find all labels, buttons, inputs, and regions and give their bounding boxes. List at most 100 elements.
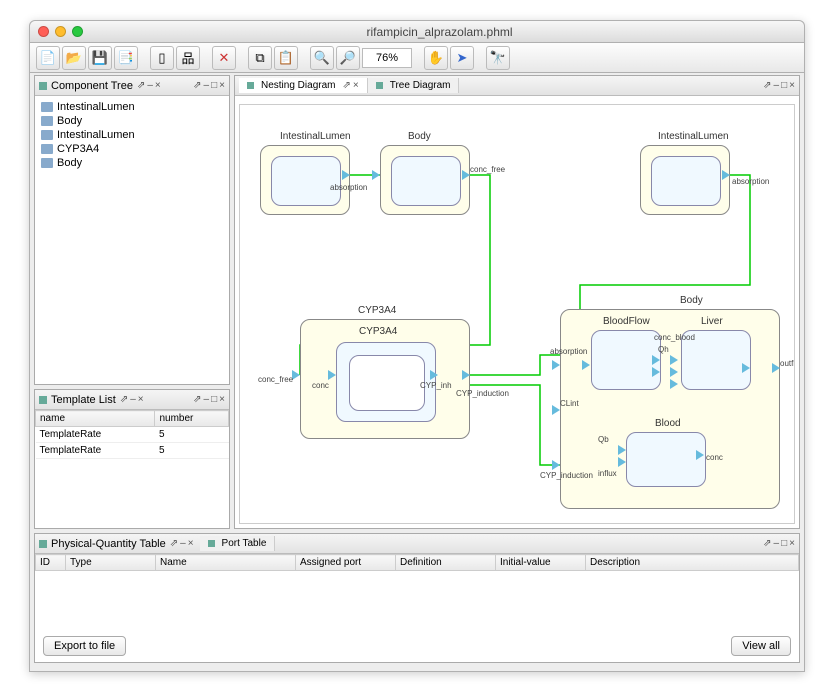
save-button[interactable]: 💾 — [88, 46, 112, 70]
close-icon[interactable]: × — [789, 80, 795, 91]
maximize-icon[interactable]: □ — [781, 80, 787, 91]
pin-icon[interactable]: ⇗ — [342, 80, 350, 91]
pq-header: Physical-Quantity Table ⇗–× Port Table ⇗… — [35, 534, 799, 554]
node-label: IntestinalLumen — [658, 131, 729, 142]
minimize-icon[interactable]: – — [774, 538, 780, 549]
port-in[interactable] — [582, 360, 590, 370]
port-out[interactable] — [772, 363, 780, 373]
node-inner[interactable] — [391, 156, 461, 206]
maximize-icon[interactable]: □ — [211, 80, 217, 91]
close-button[interactable] — [38, 26, 49, 37]
node-intestinal-lumen-2[interactable] — [640, 145, 730, 215]
port-out[interactable] — [462, 370, 470, 380]
panel-icon — [39, 82, 47, 90]
pan-button[interactable]: ✋ — [424, 46, 448, 70]
new-file-button[interactable]: 📄 — [36, 46, 60, 70]
module-button[interactable]: ▯ — [150, 46, 174, 70]
port-in[interactable] — [670, 379, 678, 389]
node-intestinal-lumen[interactable] — [260, 145, 350, 215]
hierarchy-button[interactable]: 品 — [176, 46, 200, 70]
open-button[interactable]: 📂 — [62, 46, 86, 70]
template-list-header: Template List ⇗–× ⇗–□× — [35, 390, 229, 410]
close-icon[interactable]: × — [219, 394, 225, 405]
select-button[interactable]: ➤ — [450, 46, 474, 70]
port-in[interactable] — [618, 457, 626, 467]
port-in[interactable] — [328, 370, 336, 380]
close-icon[interactable]: × — [155, 80, 161, 91]
minimize-icon[interactable]: – — [204, 80, 210, 91]
port-in[interactable] — [552, 460, 560, 470]
zoom-button[interactable] — [72, 26, 83, 37]
node-inner[interactable] — [651, 156, 721, 206]
zoom-input[interactable] — [362, 48, 412, 68]
tab-nesting-diagram[interactable]: Nesting Diagram ⇗× — [239, 78, 368, 93]
copy-button[interactable]: ⧉ — [248, 46, 272, 70]
minus-icon[interactable]: – — [180, 538, 186, 549]
port-in[interactable] — [670, 355, 678, 365]
node-body[interactable] — [380, 145, 470, 215]
port-out[interactable] — [462, 170, 470, 180]
node-label: CYP3A4 — [358, 305, 396, 316]
zoom-in-button[interactable]: 🔍 — [310, 46, 334, 70]
panel-icon — [39, 540, 47, 548]
port-in[interactable] — [670, 367, 678, 377]
port-out[interactable] — [652, 367, 660, 377]
tree-item[interactable]: IntestinalLumen — [39, 100, 225, 114]
port-out[interactable] — [696, 450, 704, 460]
minus-icon[interactable]: – — [130, 394, 136, 405]
port-out[interactable] — [430, 370, 438, 380]
pin-icon[interactable]: ⇗ — [193, 394, 201, 405]
port-label: CYP_inh — [420, 381, 452, 390]
port-label: CYP_induction — [540, 471, 593, 480]
tree-item[interactable]: CYP3A4 — [39, 142, 225, 156]
pin-icon[interactable]: ⇗ — [763, 80, 771, 91]
minimize-button[interactable] — [55, 26, 66, 37]
table-row[interactable]: TemplateRate5 — [36, 443, 229, 459]
close-icon[interactable]: × — [138, 394, 144, 405]
binoculars-button[interactable]: 🔭 — [486, 46, 510, 70]
pin-icon[interactable]: ⇗ — [193, 80, 201, 91]
port-in[interactable] — [618, 445, 626, 455]
table-row[interactable]: TemplateRate5 — [36, 427, 229, 443]
port-in[interactable] — [552, 405, 560, 415]
save-all-button[interactable]: 📑 — [114, 46, 138, 70]
node-bloodflow[interactable] — [591, 330, 661, 390]
close-icon[interactable]: × — [188, 538, 194, 549]
minimize-icon[interactable]: – — [774, 80, 780, 91]
pin-icon[interactable]: ⇗ — [120, 394, 128, 405]
pin-icon[interactable]: ⇗ — [137, 80, 145, 91]
port-out[interactable] — [722, 170, 730, 180]
node-blood[interactable] — [626, 432, 706, 487]
export-button[interactable]: Export to file — [43, 636, 126, 656]
view-all-button[interactable]: View all — [731, 636, 791, 656]
node-inner[interactable] — [349, 355, 425, 411]
maximize-icon[interactable]: □ — [211, 394, 217, 405]
paste-button[interactable]: 📋 — [274, 46, 298, 70]
node-cyp3a4[interactable]: CYP3A4 — [300, 319, 470, 439]
pin-icon[interactable]: ⇗ — [170, 538, 178, 549]
node-inner[interactable] — [271, 156, 341, 206]
delete-button[interactable]: ✕ — [212, 46, 236, 70]
port-label: Qb — [598, 435, 609, 444]
diagram-canvas[interactable]: IntestinalLumen absorption Body conc_fre… — [239, 104, 795, 524]
tab-tree-diagram[interactable]: Tree Diagram — [368, 78, 460, 93]
pin-icon[interactable]: ⇗ — [763, 538, 771, 549]
port-out[interactable] — [342, 170, 350, 180]
zoom-out-button[interactable]: 🔎 — [336, 46, 360, 70]
port-out[interactable] — [742, 363, 750, 373]
close-icon[interactable]: × — [789, 538, 795, 549]
tree-item[interactable]: IntestinalLumen — [39, 128, 225, 142]
tree-item[interactable]: Body — [39, 156, 225, 170]
minimize-icon[interactable]: – — [204, 394, 210, 405]
close-icon[interactable]: × — [219, 80, 225, 91]
port-in[interactable] — [552, 360, 560, 370]
minus-icon[interactable]: – — [147, 80, 153, 91]
port-in[interactable] — [292, 370, 300, 380]
port-in[interactable] — [372, 170, 380, 180]
tree-item[interactable]: Body — [39, 114, 225, 128]
tab-port-table[interactable]: Port Table — [200, 536, 276, 551]
port-out[interactable] — [652, 355, 660, 365]
pq-body: ID Type Name Assigned port Definition In… — [35, 554, 799, 662]
maximize-icon[interactable]: □ — [781, 538, 787, 549]
close-icon[interactable]: × — [353, 80, 359, 91]
